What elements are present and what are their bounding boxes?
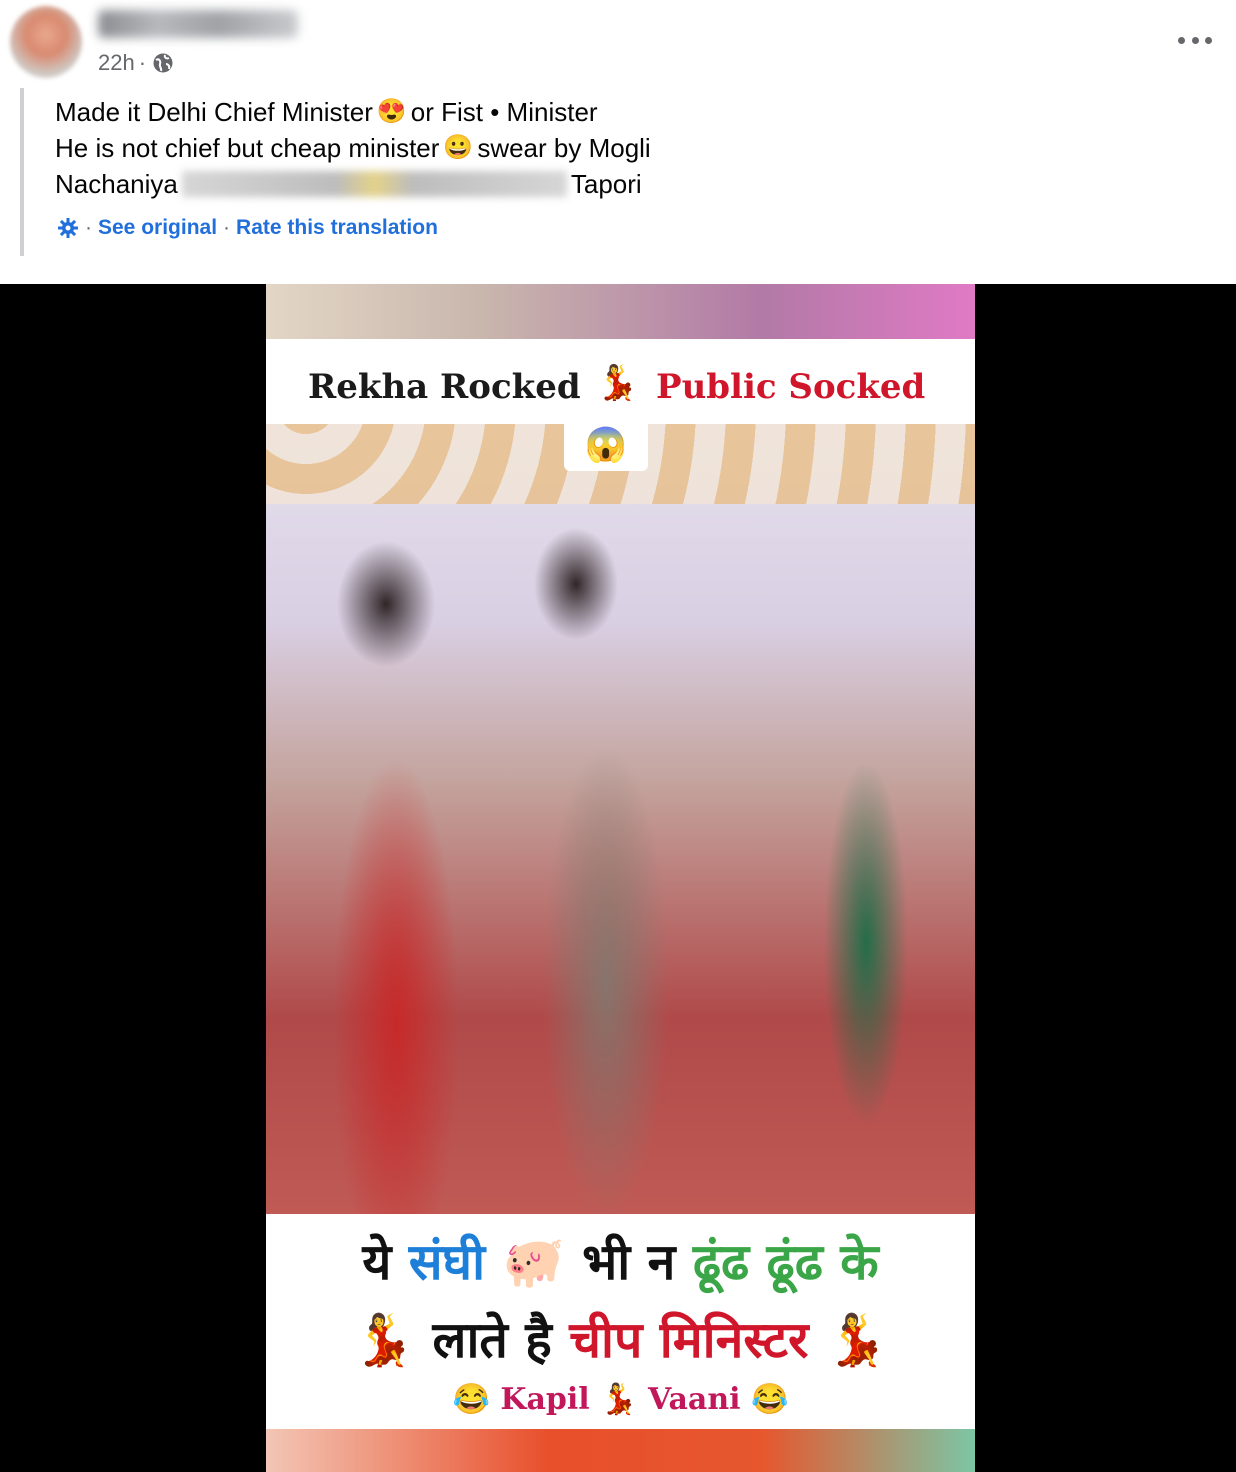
video-title-band: Rekha Rocked 💃 Public Socked [266,339,975,424]
video-top-strip [266,284,975,339]
channel-credit: 😂 Kapil 💃 Vaani 😂 [452,1382,789,1417]
hindi-caption-line-1: ये संघी 🐖 भी न ढूंढ ढूंढ के [362,1233,879,1291]
post-body: Made it Delhi Chief Minister 😍 or Fist •… [55,94,651,202]
laughing-emoji: 😂 [452,1382,490,1417]
dancer-emoji: 💃 [596,364,639,402]
post-timestamp[interactable]: 22h [98,50,135,76]
rate-translation-link[interactable]: Rate this translation [236,216,438,240]
meta-separator: · [138,50,147,75]
grinning-emoji: 😀 [443,134,474,161]
heart-eyes-emoji: 😍 [376,98,407,125]
dancer-emoji: 💃 [600,1382,638,1417]
translated-post-text: Made it Delhi Chief Minister 😍 or Fist •… [20,88,1204,256]
video-frame[interactable]: Rekha Rocked 💃 Public Socked 😱 ये संघी 🐖… [266,284,975,1472]
author-avatar[interactable] [10,6,82,78]
video-caption-band: ये संघी 🐖 भी न ढूंढ ढूंढ के 💃 लाते है ची… [266,1214,975,1429]
shocked-emoji: 😱 [564,419,648,471]
post-line-3: Nachaniya Tapori [55,169,642,199]
post-media[interactable]: Rekha Rocked 💃 Public Socked 😱 ये संघी 🐖… [0,284,1236,1472]
gear-icon[interactable] [57,217,79,239]
post-line-2: He is not chief but cheap minister 😀 swe… [55,130,651,166]
video-scene-image [266,424,975,1214]
post-header: 22h · [0,0,1236,90]
globe-icon[interactable] [152,52,174,74]
author-name-redacted[interactable] [98,10,298,38]
video-bottom-strip [266,1429,975,1472]
translation-links: · See original · Rate this translation [57,216,438,240]
more-horizontal-icon[interactable] [1178,30,1212,50]
dancer-emoji: 💃 [352,1311,416,1369]
video-title-left: Rekha Rocked [308,367,581,407]
dancer-emoji: 💃 [825,1311,889,1369]
redacted-text [181,171,567,197]
post-line-1: Made it Delhi Chief Minister 😍 or Fist •… [55,94,651,130]
see-original-link[interactable]: See original [98,216,217,240]
pig-emoji: 🐖 [502,1233,565,1291]
video-title-right: Public Socked [656,367,926,407]
post-meta: 22h · [98,50,174,76]
laughing-emoji: 😂 [751,1382,789,1417]
hindi-caption-line-2: 💃 लाते है चीप मिनिस्टर 💃 [352,1311,889,1369]
